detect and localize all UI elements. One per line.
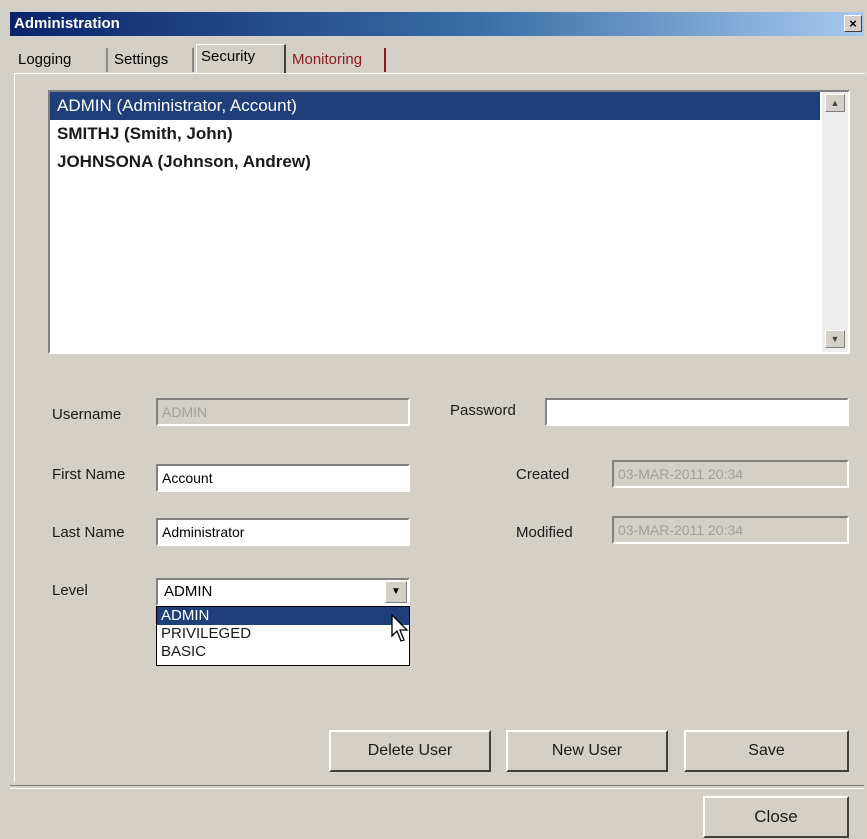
title-bar: Administration × — [10, 12, 864, 36]
password-label: Password — [450, 402, 516, 419]
level-option-basic[interactable]: BASIC — [157, 643, 409, 661]
user-list-item[interactable]: JOHNSONA (Johnson, Andrew) — [50, 148, 820, 176]
level-label: Level — [52, 582, 88, 599]
level-dropdown: ADMIN PRIVILEGED BASIC — [156, 606, 410, 666]
modified-label: Modified — [516, 524, 573, 541]
created-label: Created — [516, 466, 570, 483]
user-list[interactable]: ADMIN (Administrator, Account) SMITHJ (S… — [48, 90, 850, 354]
created-field: 03-MAR-2011 20:34 — [612, 460, 849, 488]
user-list-scrollbar[interactable]: ▲ ▼ — [822, 92, 848, 352]
password-field[interactable] — [545, 398, 849, 426]
save-button[interactable]: Save — [684, 730, 849, 772]
last-name-label: Last Name — [52, 524, 125, 541]
modified-field: 03-MAR-2011 20:34 — [612, 516, 849, 544]
chevron-down-icon[interactable]: ▼ — [385, 581, 407, 603]
username-label: Username — [52, 406, 122, 423]
scroll-up-icon[interactable]: ▲ — [825, 94, 845, 112]
level-option-privileged[interactable]: PRIVILEGED — [157, 625, 409, 643]
window-close-icon[interactable]: × — [844, 15, 862, 32]
delete-user-button[interactable]: Delete User — [329, 730, 491, 772]
tab-settings[interactable]: Settings — [110, 48, 194, 72]
divider — [10, 785, 864, 789]
tab-monitoring[interactable]: Monitoring — [288, 48, 386, 72]
tab-security[interactable]: Security — [196, 44, 286, 74]
tab-logging[interactable]: Logging — [14, 48, 108, 72]
first-name-field[interactable]: Account — [156, 464, 410, 492]
first-name-label: First Name — [52, 466, 126, 483]
new-user-button[interactable]: New User — [506, 730, 668, 772]
level-select[interactable]: ADMIN ▼ — [156, 578, 410, 606]
window-title: Administration — [14, 15, 120, 32]
mouse-cursor-icon — [391, 614, 409, 642]
username-field[interactable]: ADMIN — [156, 398, 410, 426]
level-option-admin[interactable]: ADMIN — [157, 607, 409, 625]
user-list-item[interactable]: ADMIN (Administrator, Account) — [50, 92, 820, 120]
user-list-item[interactable]: SMITHJ (Smith, John) — [50, 120, 820, 148]
last-name-field[interactable]: Administrator — [156, 518, 410, 546]
level-select-value: ADMIN — [164, 583, 213, 600]
scroll-down-icon[interactable]: ▼ — [825, 330, 845, 348]
close-button[interactable]: Close — [703, 796, 849, 838]
